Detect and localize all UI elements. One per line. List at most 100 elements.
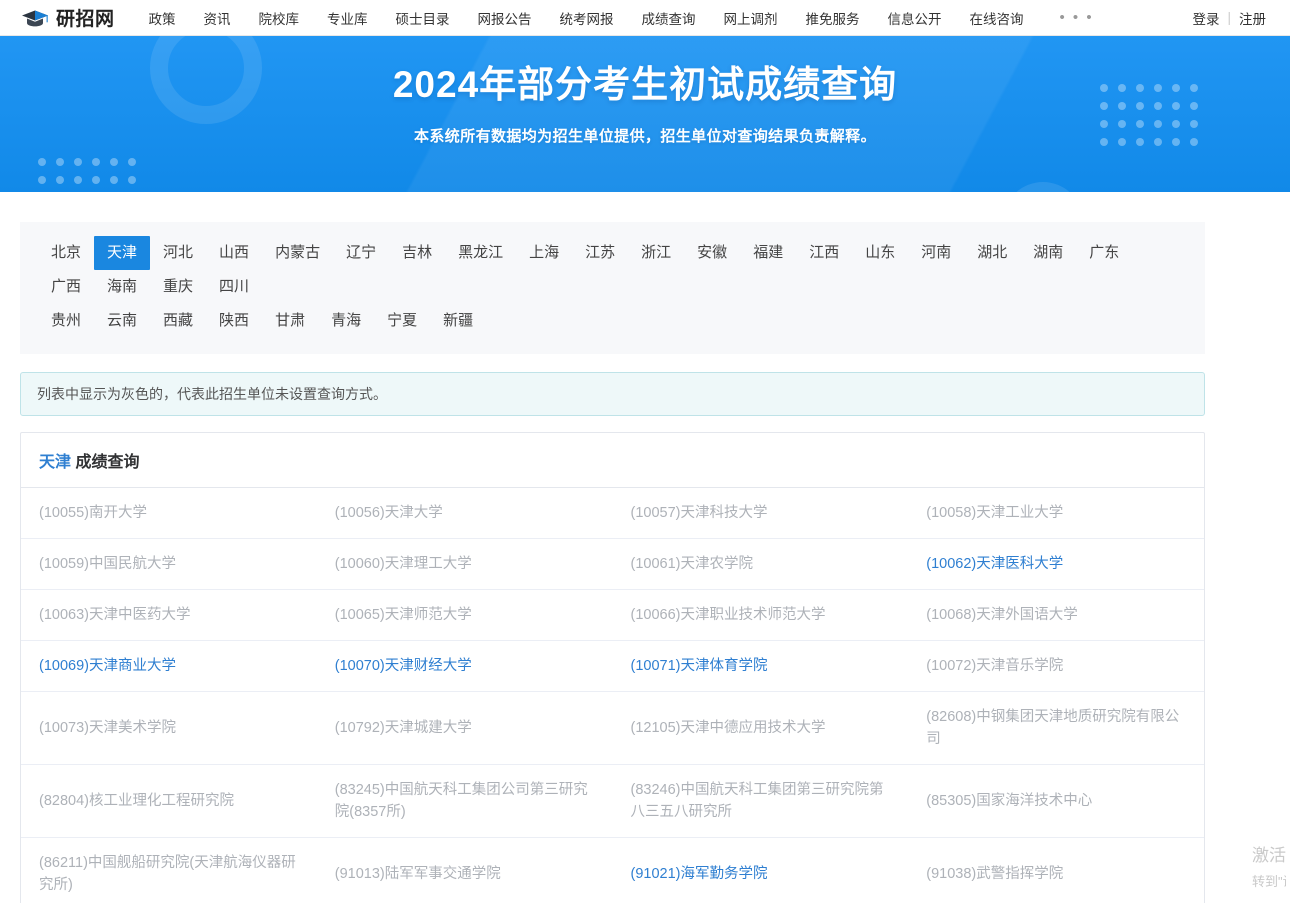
institution-disabled: (10055)南开大学: [39, 505, 147, 521]
institution-disabled: (10073)天津美术学院: [39, 720, 176, 736]
province-tab[interactable]: 四川: [206, 270, 262, 304]
results-panel: 天津 成绩查询 (10055)南开大学 (10056)天津大学 (10057)天津科…: [20, 432, 1205, 903]
institution-disabled: (10072)天津音乐学院: [926, 658, 1064, 674]
province-tab[interactable]: 上海: [516, 236, 572, 270]
main-content: 北京 天津 河北 山西 内蒙古 辽宁 吉林 黑龙江 上海 江苏 浙江 安徽 福建 江西 山东 河南 湖北 湖南 广东…: [20, 222, 1205, 903]
province-tab[interactable]: 海南: [94, 270, 150, 304]
results-title-suffix: 成绩查询: [71, 454, 140, 471]
province-tab[interactable]: 山东: [852, 236, 908, 270]
nav-item-zhuanyeku[interactable]: 专业库: [327, 8, 368, 28]
province-tab[interactable]: 河北: [150, 236, 206, 270]
table-row: (10069)天津商业大学 (10070)天津财经大学 (10071)天津体育学院 (…: [21, 641, 1204, 692]
brand-name: 研招网: [56, 9, 115, 30]
institution-disabled: (10065)天津师范大学: [334, 607, 472, 623]
institution-disabled: (10066)天津职业技术师范大学: [630, 607, 826, 623]
province-tab[interactable]: 江西: [796, 236, 852, 270]
province-tab[interactable]: 江苏: [572, 236, 628, 270]
windows-activation-watermark: 激活 Windows 转到"设置"以激活 Windows。: [1252, 843, 1286, 895]
page-subtitle: 本系统所有数据均为招生单位提供，招生单位对查询结果负责解释。: [413, 127, 876, 145]
province-tab[interactable]: 宁夏: [374, 304, 430, 338]
register-link[interactable]: 注册: [1239, 8, 1266, 28]
province-tab[interactable]: 黑龙江: [445, 236, 516, 270]
province-tab[interactable]: 吉林: [389, 236, 445, 270]
nav-item-wangshangtiaoji[interactable]: 网上调剂: [724, 8, 778, 28]
province-tab[interactable]: 辽宁: [333, 236, 389, 270]
institution-disabled: (82804)核工业理化工程研究院: [39, 793, 234, 809]
province-tab[interactable]: 西藏: [150, 304, 206, 338]
province-tab[interactable]: 天津: [94, 236, 151, 270]
institution-disabled: (86211)中国舰船研究院(天津航海仪器研究所): [39, 855, 296, 893]
nav-item-xinxigongkai[interactable]: 信息公开: [888, 8, 942, 28]
institution-disabled: (91013)陆军军事交通学院: [334, 866, 501, 882]
province-tab[interactable]: 新疆: [430, 304, 486, 338]
banner-ring-decoration-right: [1003, 182, 1083, 192]
province-tab[interactable]: 贵州: [38, 304, 94, 338]
institution-link[interactable]: (10069)天津商业大学: [21, 641, 317, 691]
table-row: (10063)天津中医药大学 (10065)天津师范大学 (10066)天津职业技术…: [21, 590, 1204, 641]
table-row: (10073)天津美术学院 (10792)天津城建大学 (12105)天津中德应用技…: [21, 692, 1204, 765]
institution-disabled: (83245)中国航天科工集团公司第三研究院(8357所): [334, 782, 588, 820]
notice-bar: 列表中显示为灰色的，代表此招生单位未设置查询方式。: [20, 372, 1205, 416]
institution-link[interactable]: (10071)天津体育学院: [613, 641, 909, 691]
banner-dot-grid-left: [38, 158, 146, 192]
table-row: (10055)南开大学 (10056)天津大学 (10057)天津科技大学 (1005…: [21, 488, 1204, 539]
province-tab[interactable]: 浙江: [628, 236, 684, 270]
institution-disabled: (82608)中钢集团天津地质研究院有限公司: [926, 709, 1180, 747]
selected-province-label: 天津: [39, 454, 72, 471]
page-banner: 2024年部分考生初试成绩查询 本系统所有数据均为招生单位提供，招生单位对查询结…: [0, 36, 1290, 192]
nav-item-tongkaowangbao[interactable]: 统考网报: [560, 8, 614, 28]
province-tab-row-2: 贵州 云南 西藏 陕西 甘肃 青海 宁夏 新疆: [38, 304, 1187, 338]
province-tab[interactable]: 青海: [318, 304, 374, 338]
institution-disabled: (10063)天津中医药大学: [39, 607, 191, 623]
institution-disabled: (10068)天津外国语大学: [926, 607, 1078, 623]
nav-item-wangbaogonggao[interactable]: 网报公告: [478, 8, 532, 28]
institution-disabled: (10059)中国民航大学: [39, 556, 176, 572]
province-tab[interactable]: 重庆: [150, 270, 206, 304]
account-actions: 登录 | 注册: [1192, 8, 1272, 28]
site-logo[interactable]: 研招网: [20, 4, 115, 31]
institution-disabled: (10056)天津大学: [334, 505, 443, 521]
province-tab-panel: 北京 天津 河北 山西 内蒙古 辽宁 吉林 黑龙江 上海 江苏 浙江 安徽 福建 江西 山东 河南 湖北 湖南 广东…: [20, 222, 1205, 354]
top-navigation-bar: 研招网 政策 资讯 院校库 专业库 硕士目录 网报公告 统考网报 成绩查询 网上…: [0, 0, 1290, 36]
province-tab[interactable]: 湖南: [1020, 236, 1076, 270]
institution-link[interactable]: (10070)天津财经大学: [317, 641, 613, 691]
institution-disabled: (85305)国家海洋技术中心: [926, 793, 1093, 809]
institution-link[interactable]: (10062)天津医科大学: [908, 539, 1204, 589]
nav-item-shuoshimulu[interactable]: 硕士目录: [396, 8, 450, 28]
table-row: (10059)中国民航大学 (10060)天津理工大学 (10061)天津农学院 (1…: [21, 539, 1204, 590]
province-tab[interactable]: 广东: [1076, 236, 1132, 270]
graduation-cap-icon: [20, 8, 50, 28]
institution-link[interactable]: (91021)海军勤务学院: [613, 838, 909, 903]
institution-disabled: (91038)武警指挥学院: [926, 866, 1064, 882]
nav-item-zaixianzixun[interactable]: 在线咨询: [970, 8, 1024, 28]
province-tab[interactable]: 河南: [908, 236, 964, 270]
nav-item-zhengce[interactable]: 政策: [149, 8, 176, 28]
nav-item-zixun[interactable]: 资讯: [204, 8, 231, 28]
results-panel-header: 天津 成绩查询: [21, 433, 1204, 488]
nav-links: 政策 资讯 院校库 专业库 硕士目录 网报公告 统考网报 成绩查询 网上调剂 推…: [149, 8, 1094, 28]
province-tab-row-1: 北京 天津 河北 山西 内蒙古 辽宁 吉林 黑龙江 上海 江苏 浙江 安徽 福建 江西 山东 河南 湖北 湖南 广东…: [38, 236, 1187, 304]
page-title: 2024年部分考生初试成绩查询: [392, 64, 898, 105]
nav-item-yuanxiaoku[interactable]: 院校库: [259, 8, 300, 28]
table-row: (86211)中国舰船研究院(天津航海仪器研究所) (91013)陆军军事交通学院…: [21, 838, 1204, 903]
province-tab[interactable]: 广西: [38, 270, 94, 304]
province-tab[interactable]: 山西: [206, 236, 262, 270]
province-tab[interactable]: 云南: [94, 304, 150, 338]
province-tab[interactable]: 安徽: [684, 236, 740, 270]
institution-disabled: (10057)天津科技大学: [630, 505, 768, 521]
province-tab[interactable]: 内蒙古: [262, 236, 333, 270]
province-tab[interactable]: 甘肃: [262, 304, 318, 338]
province-tab[interactable]: 福建: [740, 236, 796, 270]
nav-item-chengjichaxun[interactable]: 成绩查询: [642, 8, 696, 28]
province-tab[interactable]: 陕西: [206, 304, 262, 338]
province-tab[interactable]: 北京: [38, 236, 94, 270]
table-row: (82804)核工业理化工程研究院 (83245)中国航天科工集团公司第三研究院(…: [21, 765, 1204, 838]
watermark-line-1: 激活 Windows: [1252, 846, 1286, 865]
province-tab[interactable]: 湖北: [964, 236, 1020, 270]
institution-disabled: (10061)天津农学院: [630, 556, 753, 572]
more-menu-icon[interactable]: • • •: [1060, 9, 1094, 26]
login-link[interactable]: 登录: [1192, 8, 1219, 28]
institution-disabled: (10792)天津城建大学: [334, 720, 472, 736]
nav-item-tuimianfuwu[interactable]: 推免服务: [806, 8, 860, 28]
institution-grid: (10055)南开大学 (10056)天津大学 (10057)天津科技大学 (1005…: [21, 488, 1204, 903]
